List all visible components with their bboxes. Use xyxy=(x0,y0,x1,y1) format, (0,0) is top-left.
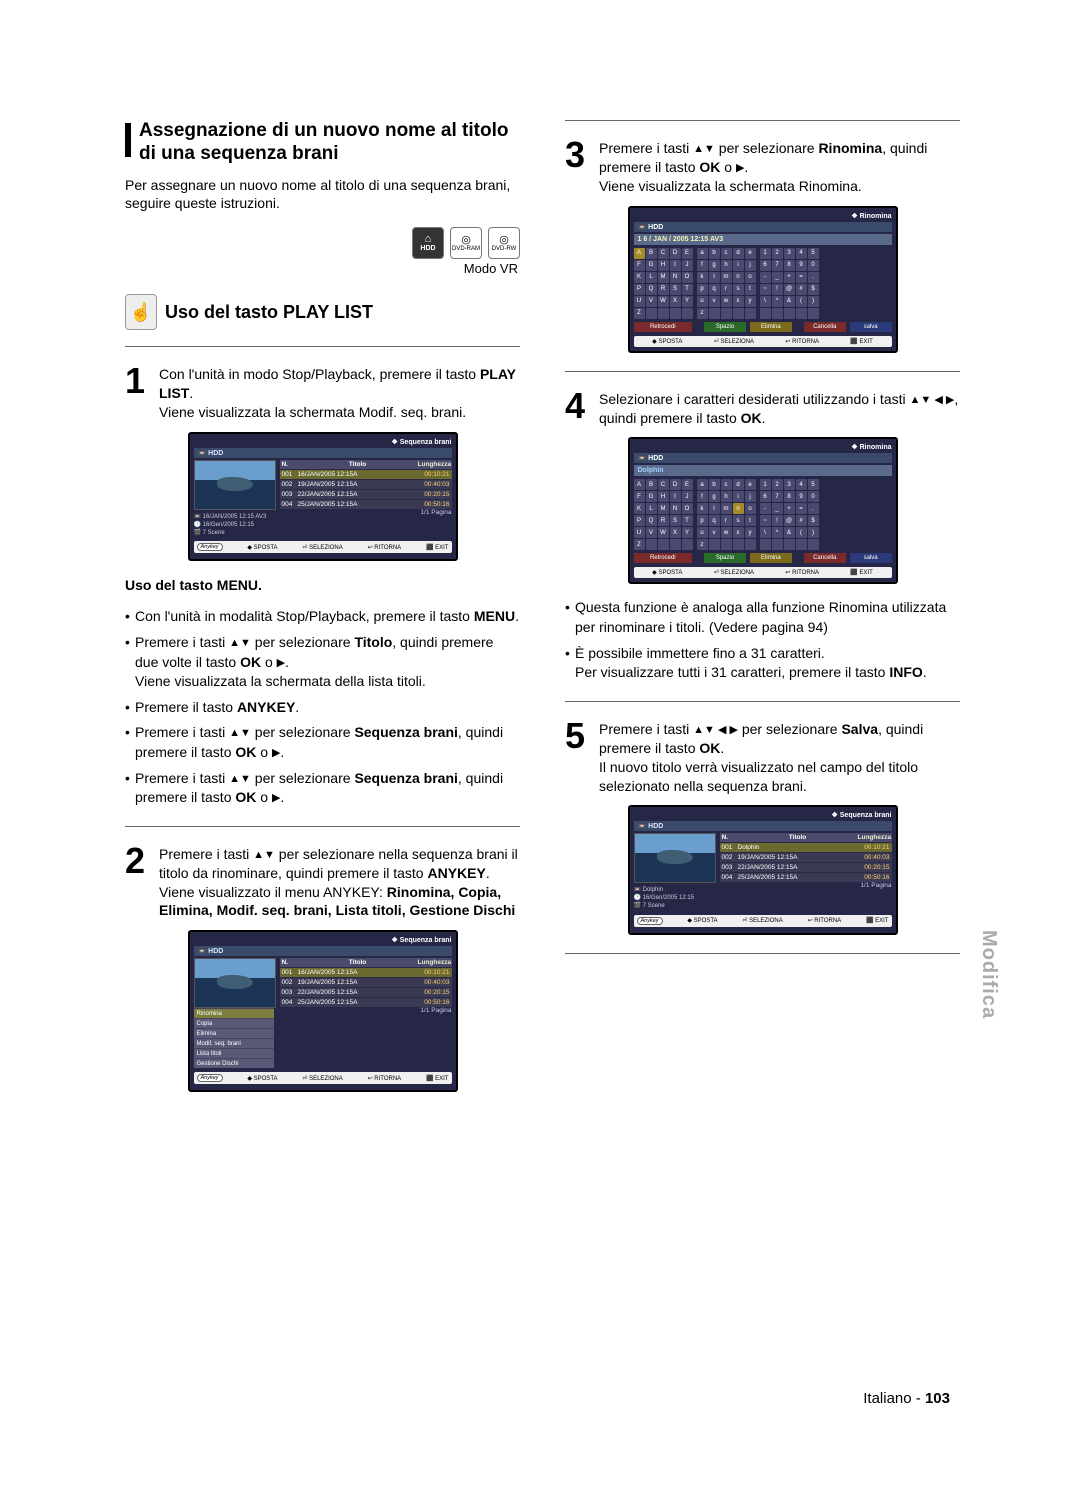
right-column: 3 Premere i tasti ▲▼ per selezionare Rin… xyxy=(565,120,960,1104)
step-1: 1 Con l'unità in modo Stop/Playback, pre… xyxy=(125,365,520,422)
page-content: Assegnazione di un nuovo nome al titolo … xyxy=(0,0,1080,1487)
step-number: 1 xyxy=(125,365,151,397)
step-number: 2 xyxy=(125,845,151,877)
left-column: Assegnazione di un nuovo nome al titolo … xyxy=(125,120,520,1104)
dvd-rw-icon: ◎DVD-RW xyxy=(488,227,520,259)
intro-text: Per assegnare un nuovo nome al titolo di… xyxy=(125,176,520,214)
thumbnail-preview xyxy=(194,460,276,510)
step-number: 3 xyxy=(565,139,591,171)
step-2: 2 Premere i tasti ▲▼ per selezionare nel… xyxy=(125,845,520,921)
menu-heading: Uso del tasto MENU. xyxy=(125,577,520,593)
notes-list: Questa funzione è analoga alla funzione … xyxy=(565,598,960,682)
playlist-heading: Uso del tasto PLAY LIST xyxy=(165,302,373,323)
screenshot-contextmenu: Sequenza brani 📼 HDD Rinomina Copia Elim… xyxy=(188,930,458,1092)
screenshot-playlist: Sequenza brani 📼 HDD 📼 16/JAN/2005 12:15… xyxy=(188,432,458,561)
disc-type-icons: ⌂HDD ◎DVD-RAM ◎DVD-RW xyxy=(125,227,520,259)
step-number: 4 xyxy=(565,390,591,422)
screenshot-rename-keyboard-1: Rinomina 📼 HDD 1 6 / JAN / 2005 12:15 AV… xyxy=(628,206,898,353)
step-number: 5 xyxy=(565,720,591,752)
page-number: Italiano - 103 xyxy=(863,1390,950,1407)
screenshot-rename-keyboard-2: Rinomina 📼 HDD Dolphin ABCDEFGHIJKLMNOPQ… xyxy=(628,437,898,584)
dvd-ram-icon: ◎DVD-RAM xyxy=(450,227,482,259)
step-4: 4 Selezionare i caratteri desiderati uti… xyxy=(565,390,960,428)
mode-label: Modo VR xyxy=(125,261,518,276)
section-accent-bar xyxy=(125,123,131,157)
anykey-menu: Rinomina Copia Elimina Modif. seq. brani… xyxy=(194,1008,274,1068)
side-tab-modifica: Modifica xyxy=(977,930,1000,1019)
section-title: Assegnazione di un nuovo nome al titolo … xyxy=(139,120,520,166)
menu-instructions: Con l'unità in modalità Stop/Playback, p… xyxy=(125,607,520,807)
screenshot-playlist-renamed: Sequenza brani 📼 HDD 📼 Dolphin 🕐 16/Gen/… xyxy=(628,805,898,934)
hand-icon: ☝ xyxy=(125,294,157,330)
step-5: 5 Premere i tasti ▲▼ ◀ ▶ per selezionare… xyxy=(565,720,960,796)
hdd-icon: ⌂HDD xyxy=(412,227,444,259)
step-3: 3 Premere i tasti ▲▼ per selezionare Rin… xyxy=(565,139,960,196)
